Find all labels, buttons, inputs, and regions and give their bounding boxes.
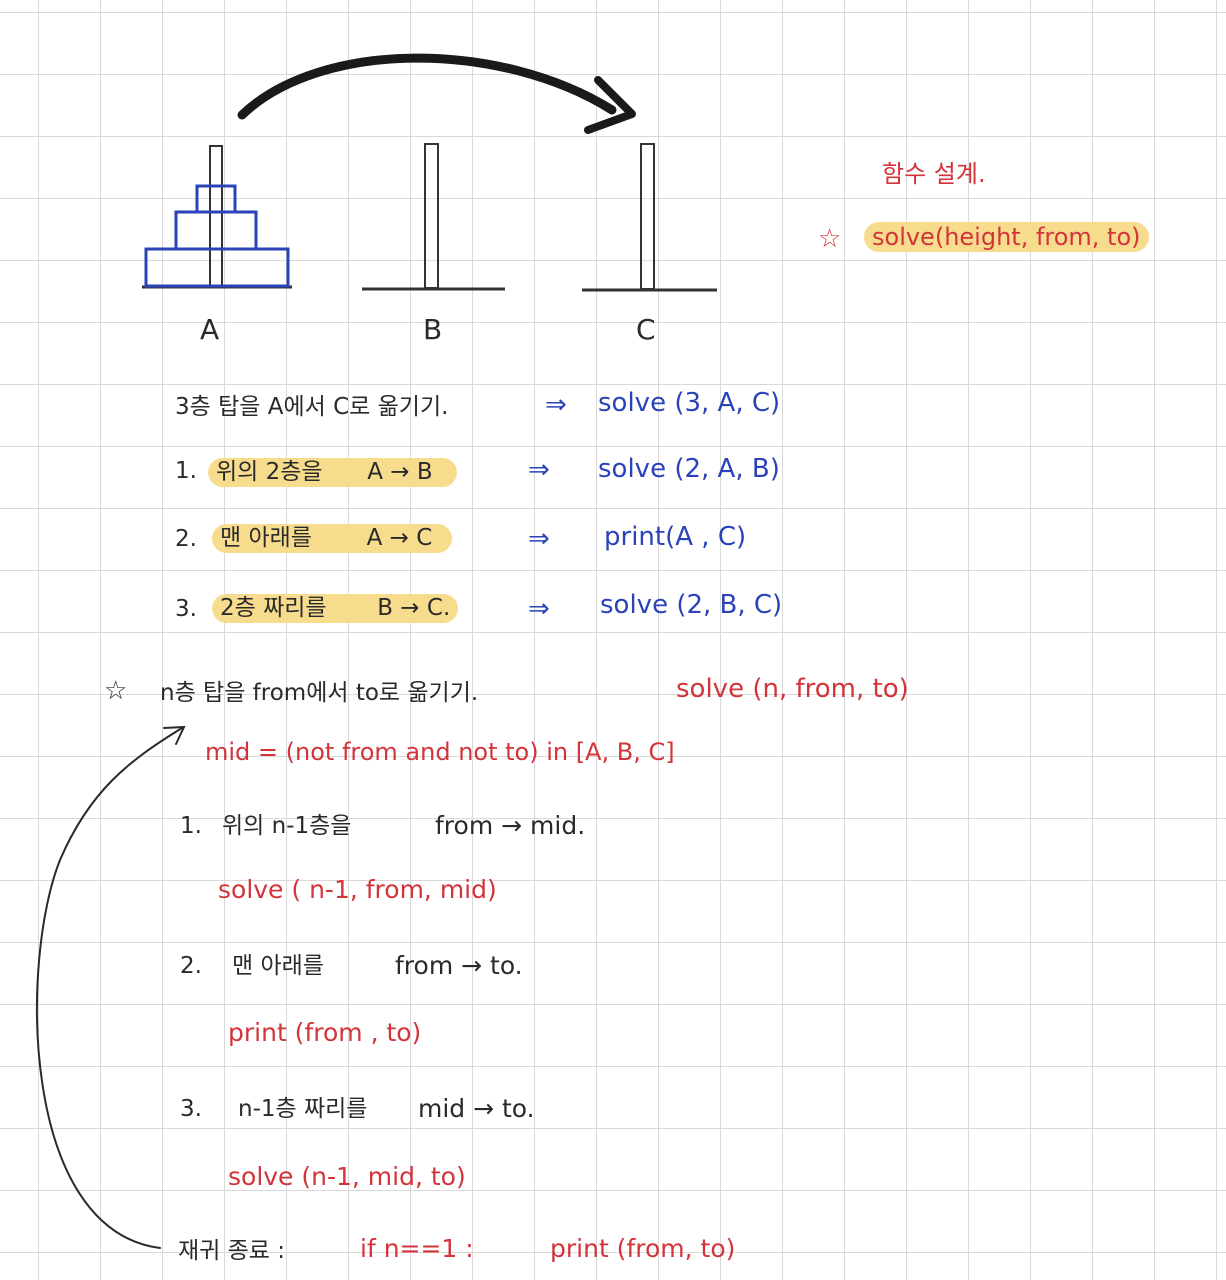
design-title: 함수 설계. <box>882 160 986 188</box>
peg-c-rod <box>640 143 655 290</box>
example-step-3-call: solve (2, B, C) <box>600 590 783 620</box>
peg-b-rod <box>424 143 439 289</box>
example-goal: 3층 탑을 A에서 C로 옮기기. <box>175 394 449 420</box>
step-move: B → C. <box>377 595 451 621</box>
base-case-condition: if n==1 : <box>360 1234 474 1263</box>
base-case-label: 재귀 종료 : <box>178 1238 286 1264</box>
example-step-2-call: print(A , C) <box>604 522 747 552</box>
general-goal: n층 탑을 from에서 to로 옮기기. <box>160 680 479 706</box>
star-icon: ☆ <box>818 224 842 254</box>
example-call: solve (3, A, C) <box>598 388 781 418</box>
general-step-1-move: from → mid. <box>435 811 586 840</box>
general-step-2-num: 2. <box>180 953 202 979</box>
general-step-2-text: 맨 아래를 <box>232 953 324 979</box>
general-step-3-code: solve (n-1, mid, to) <box>228 1162 466 1191</box>
step-text: 위의 2층을 <box>216 459 323 485</box>
general-step-3-text: n-1층 짜리를 <box>238 1096 368 1122</box>
general-step-1-num: 1. <box>180 813 202 839</box>
step-move: A → C <box>366 525 433 551</box>
move-arrow <box>237 53 617 120</box>
example-step-1-call: solve (2, A, B) <box>598 454 780 484</box>
general-star-icon: ☆ <box>104 676 128 706</box>
step-move: A → B <box>367 459 433 485</box>
example-step-1-text: 위의 2층을 A → B <box>208 458 457 487</box>
general-step-1-text: 위의 n-1층을 <box>222 813 352 839</box>
example-step-2-num: 2. <box>175 526 197 552</box>
disk-large <box>144 247 290 288</box>
example-step-2-arrow: ⇒ <box>528 524 550 554</box>
step-text: 맨 아래를 <box>220 525 312 551</box>
base-case-code: print (from, to) <box>550 1234 736 1263</box>
example-step-1-num: 1. <box>175 458 197 484</box>
general-step-2-code: print (from , to) <box>228 1018 422 1047</box>
disk-small <box>195 184 237 214</box>
general-step-3-num: 3. <box>180 1096 202 1122</box>
example-arrow: ⇒ <box>545 390 567 420</box>
general-step-1-code: solve ( n-1, from, mid) <box>218 875 497 904</box>
general-call: solve (n, from, to) <box>676 674 909 704</box>
disk-medium <box>174 210 258 251</box>
peg-a-rod <box>209 145 223 287</box>
general-step-2-move: from → to. <box>395 951 523 980</box>
example-step-3-arrow: ⇒ <box>528 594 550 624</box>
example-step-1-arrow: ⇒ <box>528 455 550 485</box>
mid-definition: mid = (not from and not to) in [A, B, C] <box>205 738 675 766</box>
example-step-3-num: 3. <box>175 596 197 622</box>
example-step-2-text: 맨 아래를 A → C <box>212 524 453 553</box>
hanoi-sketch <box>35 53 717 1249</box>
recursion-arrow <box>35 727 183 1249</box>
peg-label-a: A <box>200 313 220 346</box>
example-step-3-text: 2층 짜리를 B → C. <box>212 594 459 623</box>
function-signature: solve(height, from, to) <box>864 222 1149 252</box>
step-text: 2층 짜리를 <box>220 595 327 621</box>
peg-label-b: B <box>423 313 443 346</box>
peg-label-c: C <box>636 313 656 346</box>
general-step-3-move: mid → to. <box>418 1094 535 1123</box>
